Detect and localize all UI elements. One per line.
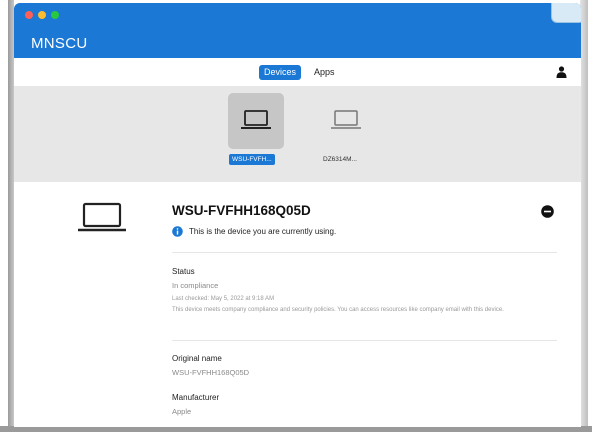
zoom-window-button[interactable]: [51, 11, 59, 19]
original-name-label: Original name: [172, 354, 222, 363]
screenshot-right-border: [580, 0, 592, 432]
divider: [172, 340, 557, 341]
current-device-note: This is the device you are currently usi…: [172, 226, 336, 237]
last-checked-text: Last checked: May 5, 2022 at 9:18 AM: [172, 296, 275, 302]
app-title: MNSCU: [31, 35, 88, 52]
manufacturer-label: Manufacturer: [172, 393, 220, 402]
minimize-window-button[interactable]: [38, 11, 46, 19]
device-list: WSU-FVFH... DZ6314M...: [14, 86, 581, 182]
status-value: In compliance: [172, 281, 219, 290]
tab-devices[interactable]: Devices: [259, 65, 302, 80]
laptop-icon: [78, 202, 126, 232]
status-description: This device meets company compliance and…: [172, 307, 504, 313]
status-label: Status: [172, 267, 195, 276]
person-icon[interactable]: [556, 66, 567, 78]
original-name-value: WSU-FVFHH168Q05D: [172, 368, 250, 377]
device-tile[interactable]: [318, 93, 374, 149]
laptop-icon: [331, 110, 361, 129]
corner-badge-icon: [551, 3, 581, 23]
close-window-button[interactable]: [25, 11, 33, 19]
device-name-heading: WSU-FVFHH168Q05D: [172, 203, 311, 218]
laptop-icon: [241, 110, 271, 129]
manufacturer-value: Apple: [172, 407, 192, 416]
device-tile-selected[interactable]: [228, 93, 284, 149]
screenshot-left-border: [0, 0, 14, 432]
device-detail-panel: WSU-FVFHH168Q05D This is the device you …: [14, 182, 581, 427]
app-window: MNSCU Devices Apps WSU-FVFH... DZ6314M..…: [14, 3, 581, 427]
tab-bar: Devices Apps: [14, 58, 581, 86]
tab-apps[interactable]: Apps: [309, 65, 340, 80]
more-options-icon[interactable]: [541, 205, 554, 218]
current-device-text: This is the device you are currently usi…: [189, 227, 337, 236]
device-tile-label[interactable]: DZ6314M...: [320, 154, 360, 165]
info-icon: [172, 226, 183, 237]
device-tile-label-selected[interactable]: WSU-FVFH...: [229, 154, 275, 165]
title-bar: MNSCU: [14, 3, 581, 58]
divider: [172, 252, 557, 253]
